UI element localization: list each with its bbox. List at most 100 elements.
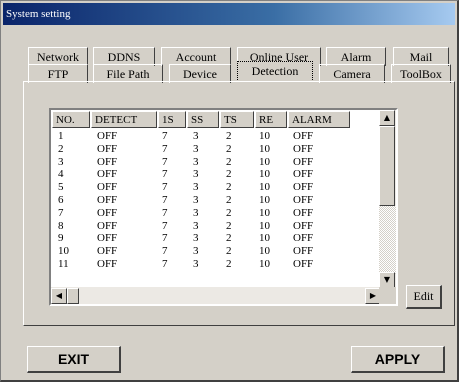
table-cell-1s: 7 [162, 130, 168, 142]
table-cell-alarm: OFF [293, 168, 314, 181]
table-cell-re: 10 [259, 168, 270, 181]
table-cell-re: 10 [259, 181, 270, 194]
table-cell-alarm: OFF [293, 194, 314, 206]
col-header-re[interactable]: RE [255, 111, 287, 128]
table-row[interactable]: 4 OFF 7 3 2 10 OFF [51, 168, 381, 180]
table-row[interactable]: 3 OFF 7 3 2 10 OFF [51, 156, 381, 168]
table-row[interactable]: 10 OFF 7 3 2 10 OFF [51, 245, 381, 257]
window-title: System setting [3, 3, 455, 25]
table-cell-ts: 2 [226, 245, 232, 258]
table-cell-ts: 2 [226, 232, 232, 245]
table-cell-detect: OFF [97, 232, 118, 245]
table-cell-alarm: OFF [293, 206, 314, 219]
table-row[interactable]: 8 OFF 7 3 2 10 OFF [51, 220, 381, 232]
table-cell-ss: 3 [193, 155, 199, 168]
table-cell-1s: 7 [162, 155, 168, 168]
table-cell-re: 10 [259, 142, 270, 155]
table-cell-ss: 3 [193, 181, 199, 194]
system-setting-window: System setting Network DDNS Account Onli… [0, 0, 459, 382]
col-header-ts[interactable]: TS [220, 111, 254, 128]
table-cell-no: 11 [58, 258, 69, 270]
table-cell-re: 10 [259, 232, 270, 245]
col-header-alarm[interactable]: ALARM [288, 111, 350, 128]
table-cell-no: 3 [58, 155, 64, 168]
table-cell-1s: 7 [162, 245, 168, 258]
table-cell-ts: 2 [226, 181, 232, 194]
hscroll-thumb[interactable] [67, 288, 79, 304]
table-cell-no: 1 [58, 130, 64, 142]
scroll-thumb[interactable] [379, 126, 395, 206]
table-cell-1s: 7 [162, 194, 168, 206]
scroll-corner [379, 287, 396, 304]
table-row[interactable]: 6 OFF 7 3 2 10 OFF [51, 194, 381, 206]
table-cell-alarm: OFF [293, 232, 314, 245]
table-cell-re: 10 [259, 130, 270, 142]
table-cell-detect: OFF [97, 245, 118, 258]
table-cell-detect: OFF [97, 194, 118, 206]
horizontal-scrollbar[interactable]: ◀ ▶ [51, 287, 381, 304]
table-cell-1s: 7 [162, 142, 168, 155]
col-header-1s[interactable]: 1S [158, 111, 186, 128]
arrow-left-icon[interactable]: ◀ [51, 288, 67, 304]
arrow-up-icon[interactable]: ▲ [379, 110, 395, 126]
table-cell-ss: 3 [193, 168, 199, 181]
table-cell-detect: OFF [97, 142, 118, 155]
table-cell-detect: OFF [97, 130, 118, 142]
table-cell-no: 6 [58, 194, 64, 206]
table-cell-ss: 3 [193, 130, 199, 142]
table-cell-detect: OFF [97, 219, 118, 232]
table-cell-1s: 7 [162, 206, 168, 219]
table-cell-ts: 2 [226, 206, 232, 219]
table-cell-re: 10 [259, 194, 270, 206]
col-header-detect[interactable]: DETECT [91, 111, 157, 128]
table-cell-no: 4 [58, 168, 64, 181]
table-cell-detect: OFF [97, 168, 118, 181]
table-cell-ts: 2 [226, 168, 232, 181]
table-cell-detect: OFF [97, 258, 118, 270]
table-cell-no: 10 [58, 245, 69, 258]
table-row[interactable]: 11 OFF 7 3 2 10 OFF [51, 258, 381, 270]
table-cell-no: 5 [58, 181, 64, 194]
apply-button[interactable]: APPLY [351, 346, 445, 373]
table-row[interactable]: 7 OFF 7 3 2 10 OFF [51, 207, 381, 219]
table-cell-ts: 2 [226, 142, 232, 155]
table-cell-no: 9 [58, 232, 64, 245]
exit-button[interactable]: EXIT [27, 346, 121, 373]
table-cell-alarm: OFF [293, 130, 314, 142]
table-cell-alarm: OFF [293, 245, 314, 258]
table-cell-detect: OFF [97, 181, 118, 194]
table-cell-1s: 7 [162, 258, 168, 270]
table-cell-ss: 3 [193, 142, 199, 155]
table-cell-ts: 2 [226, 155, 232, 168]
table-cell-no: 7 [58, 206, 64, 219]
table-cell-ss: 3 [193, 194, 199, 206]
table-row[interactable]: 2 OFF 7 3 2 10 OFF [51, 143, 381, 155]
vertical-scrollbar[interactable]: ▲ ▼ [379, 110, 396, 288]
arrow-down-icon[interactable]: ▼ [379, 272, 395, 288]
table-cell-1s: 7 [162, 232, 168, 245]
table-cell-no: 8 [58, 219, 64, 232]
col-header-no[interactable]: NO. [52, 111, 90, 128]
table-cell-ts: 2 [226, 130, 232, 142]
table-cell-no: 2 [58, 142, 64, 155]
table-cell-ss: 3 [193, 245, 199, 258]
edit-button[interactable]: Edit [406, 285, 442, 309]
table-cell-ts: 2 [226, 194, 232, 206]
tab-detection[interactable]: Detection [237, 61, 313, 82]
table-cell-1s: 7 [162, 168, 168, 181]
col-header-ss[interactable]: SS [187, 111, 219, 128]
table-cell-1s: 7 [162, 181, 168, 194]
table-cell-re: 10 [259, 206, 270, 219]
detection-list[interactable]: NO. DETECT 1S SS TS RE ALARM 1 OFF 7 3 2 10 OF… [49, 108, 398, 306]
table-cell-detect: OFF [97, 206, 118, 219]
table-cell-alarm: OFF [293, 181, 314, 194]
table-row[interactable]: 9 OFF 7 3 2 10 OFF [51, 232, 381, 244]
table-row[interactable]: 1 OFF 7 3 2 10 OFF [51, 130, 381, 142]
table-cell-re: 10 [259, 219, 270, 232]
table-cell-alarm: OFF [293, 155, 314, 168]
table-cell-ss: 3 [193, 258, 199, 270]
table-cell-alarm: OFF [293, 258, 314, 270]
scroll-track[interactable] [379, 206, 396, 274]
table-row[interactable]: 5 OFF 7 3 2 10 OFF [51, 181, 381, 193]
table-cell-ts: 2 [226, 219, 232, 232]
